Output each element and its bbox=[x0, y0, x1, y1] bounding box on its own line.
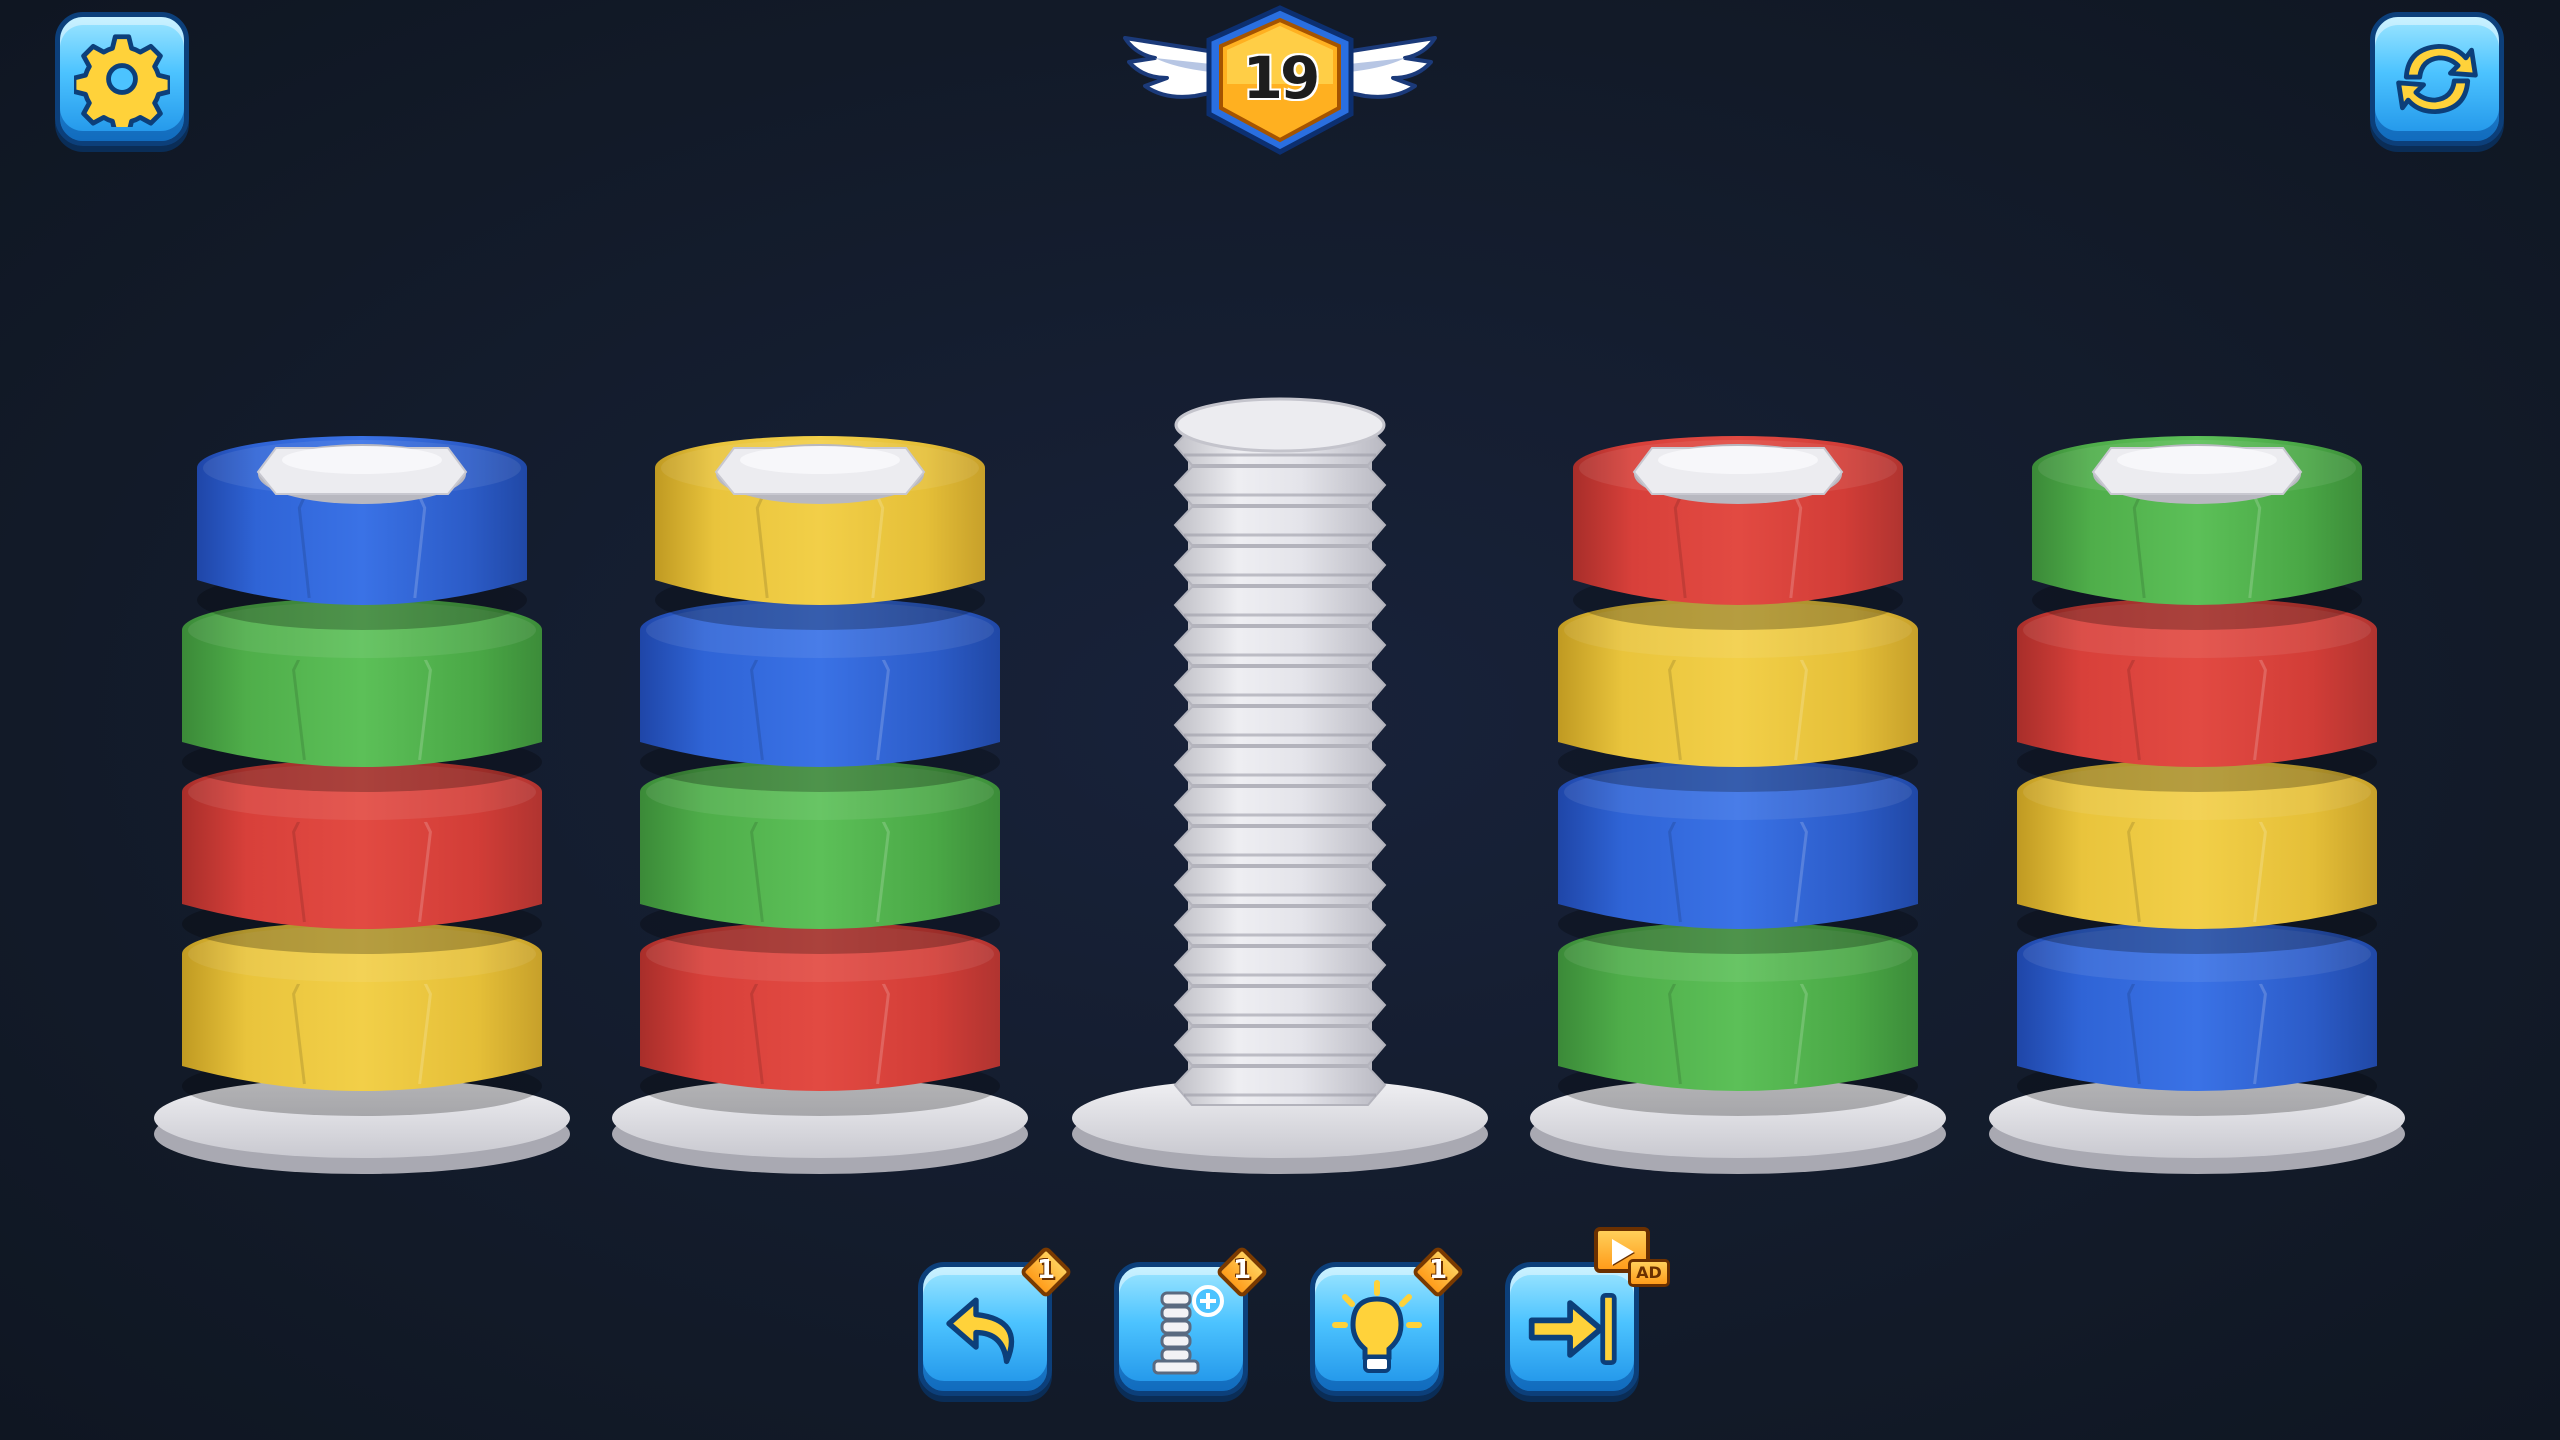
add-screw-button[interactable]: 1 bbox=[1114, 1245, 1269, 1396]
skip-level-button[interactable]: AD bbox=[1505, 1227, 1670, 1396]
add-screw-icon bbox=[1152, 1285, 1224, 1375]
bolt-5[interactable] bbox=[1989, 436, 2405, 1174]
bolt-thread bbox=[1173, 397, 1387, 1106]
undo-button[interactable]: 1 bbox=[918, 1245, 1073, 1396]
bolt-4[interactable] bbox=[1530, 436, 1946, 1174]
hint-count-badge: 1 bbox=[1411, 1245, 1465, 1299]
add-screw-count: 1 bbox=[1232, 1255, 1252, 1285]
ad-label: AD bbox=[1628, 1259, 1670, 1287]
undo-count-badge: 1 bbox=[1019, 1245, 1073, 1299]
bolt-2[interactable] bbox=[612, 436, 1028, 1174]
bolt-3[interactable] bbox=[1072, 397, 1488, 1174]
undo-arrow-icon bbox=[946, 1297, 1015, 1365]
add-screw-count-badge: 1 bbox=[1215, 1245, 1269, 1299]
bolt-1[interactable] bbox=[154, 436, 570, 1174]
hint-count: 1 bbox=[1428, 1255, 1448, 1285]
hint-button[interactable]: 1 bbox=[1310, 1245, 1465, 1396]
bolt-tip bbox=[1174, 397, 1386, 453]
bolt-board bbox=[154, 397, 2405, 1174]
game-stage: 19 1 1 1 AD bbox=[0, 0, 2560, 1440]
skip-level-icon bbox=[1528, 1293, 1617, 1365]
undo-count: 1 bbox=[1036, 1255, 1056, 1285]
ad-badge: AD bbox=[1594, 1227, 1670, 1293]
